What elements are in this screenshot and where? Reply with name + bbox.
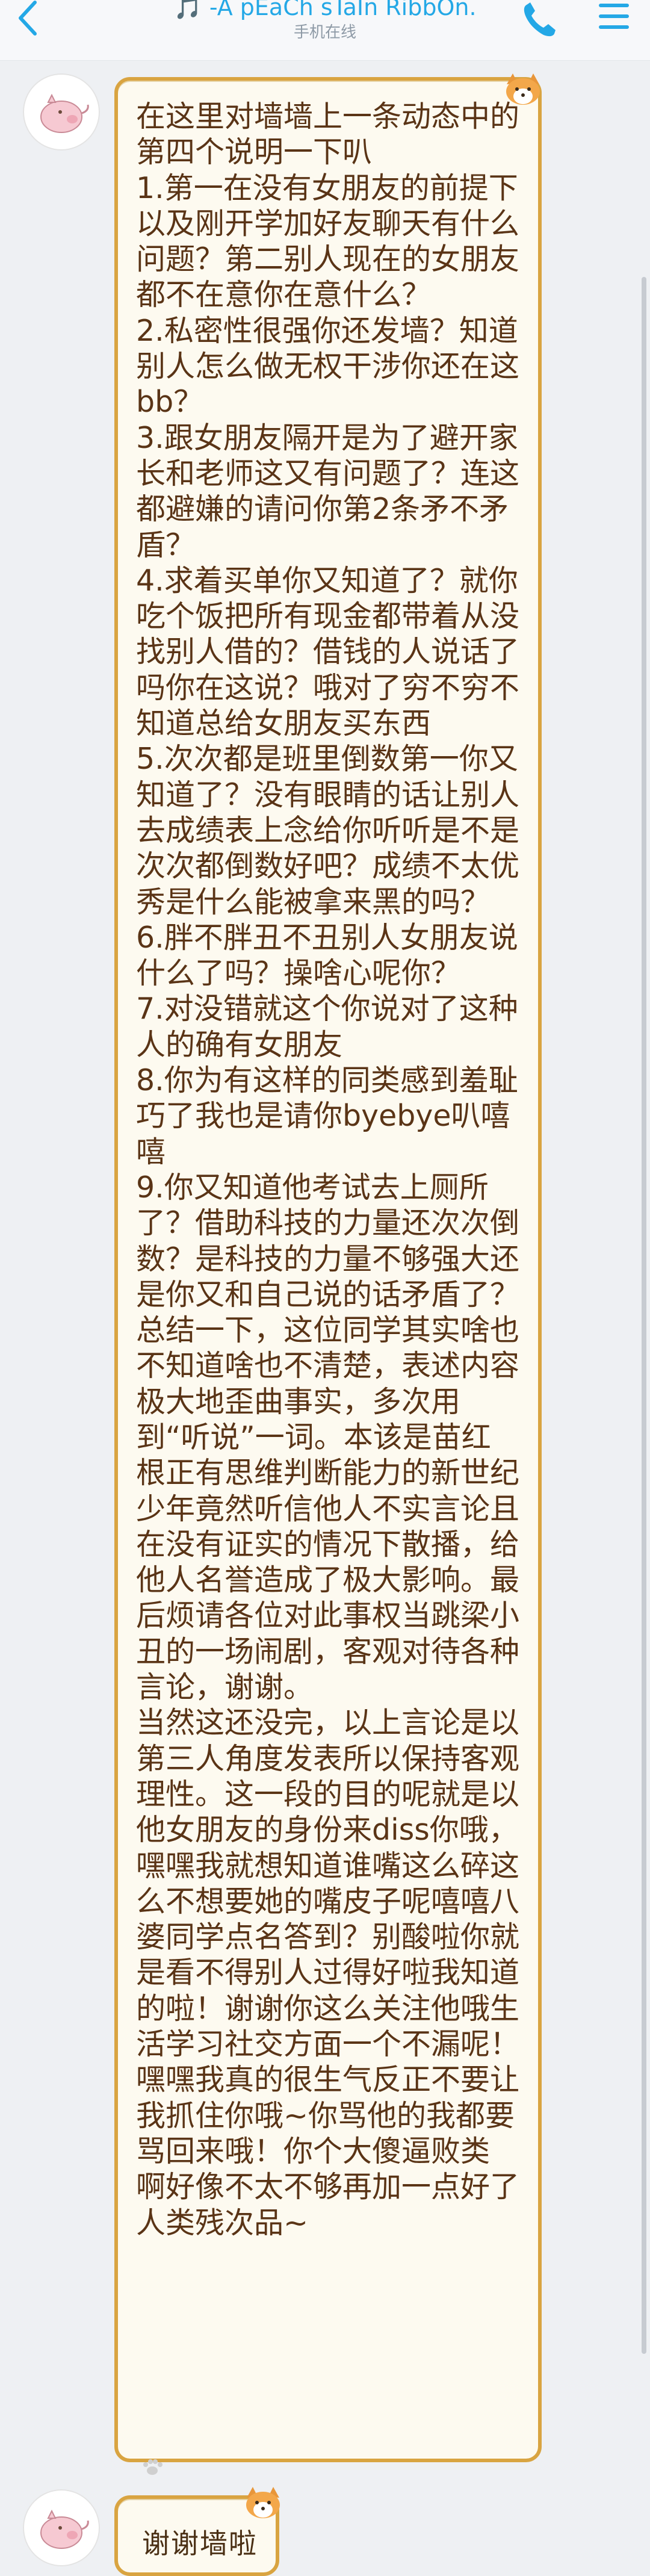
online-status: 手机在线 <box>293 23 356 42</box>
sender-avatar[interactable] <box>23 2489 100 2566</box>
chat-header: 🎵 -A pEaCh sTaIn RibbOn. 手机在线 <box>0 0 650 61</box>
back-chevron-icon[interactable] <box>12 0 42 42</box>
message-bubble[interactable]: 谢谢墙啦 <box>114 2487 280 2576</box>
scrollbar[interactable] <box>642 277 646 2354</box>
contact-name: 🎵 -A pEaCh sTaIn RibbOn. <box>173 0 477 20</box>
pig-avatar-icon <box>40 93 89 133</box>
chat-title-area[interactable]: 🎵 -A pEaCh sTaIn RibbOn. 手机在线 <box>132 0 518 60</box>
menu-icon[interactable] <box>593 0 635 42</box>
message-text: 在这里对墙墙上一条动态中的第四个说明一下叭 1.第一在没有女朋友的前提下以及刚开… <box>136 99 520 2240</box>
paw-print-icon <box>143 2459 162 2475</box>
message-bubble[interactable]: 在这里对墙墙上一条动态中的第四个说明一下叭 1.第一在没有女朋友的前提下以及刚开… <box>114 73 542 2475</box>
phone-icon[interactable] <box>521 0 557 42</box>
corgi-sticker-icon <box>246 2487 280 2518</box>
pig-avatar-icon <box>40 2509 89 2549</box>
message-text: 谢谢墙啦 <box>142 2527 258 2560</box>
sender-avatar[interactable] <box>23 73 100 151</box>
